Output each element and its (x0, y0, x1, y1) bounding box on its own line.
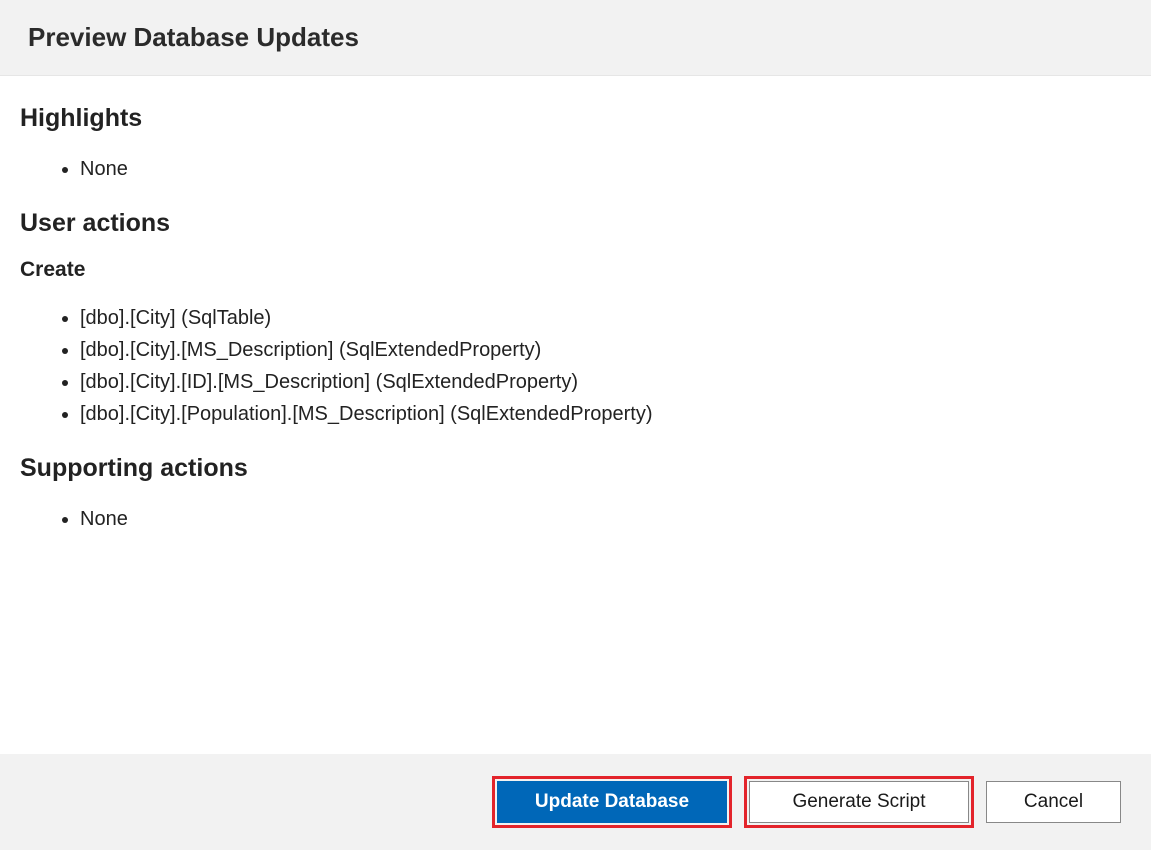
dialog-title: Preview Database Updates (28, 22, 1123, 53)
dialog-content: Highlights None User actions Create [dbo… (0, 76, 1151, 754)
list-item: [dbo].[City] (SqlTable) (80, 302, 1131, 334)
update-database-button[interactable]: Update Database (497, 781, 727, 823)
list-item: None (80, 503, 1131, 535)
list-item: [dbo].[City].[Population].[MS_Descriptio… (80, 398, 1131, 430)
dialog-header: Preview Database Updates (0, 0, 1151, 76)
list-item: None (80, 153, 1131, 185)
create-heading: Create (20, 258, 1131, 282)
list-item: [dbo].[City].[ID].[MS_Description] (SqlE… (80, 366, 1131, 398)
generate-script-highlight: Generate Script (744, 776, 974, 828)
cancel-button[interactable]: Cancel (986, 781, 1121, 823)
supporting-actions-list: None (20, 503, 1131, 535)
highlights-heading: Highlights (20, 104, 1131, 133)
highlights-list: None (20, 153, 1131, 185)
supporting-actions-heading: Supporting actions (20, 454, 1131, 483)
user-actions-heading: User actions (20, 209, 1131, 238)
list-item: [dbo].[City].[MS_Description] (SqlExtend… (80, 334, 1131, 366)
dialog-footer: Update Database Generate Script Cancel (0, 754, 1151, 850)
create-list: [dbo].[City] (SqlTable) [dbo].[City].[MS… (20, 302, 1131, 430)
update-database-highlight: Update Database (492, 776, 732, 828)
generate-script-button[interactable]: Generate Script (749, 781, 969, 823)
